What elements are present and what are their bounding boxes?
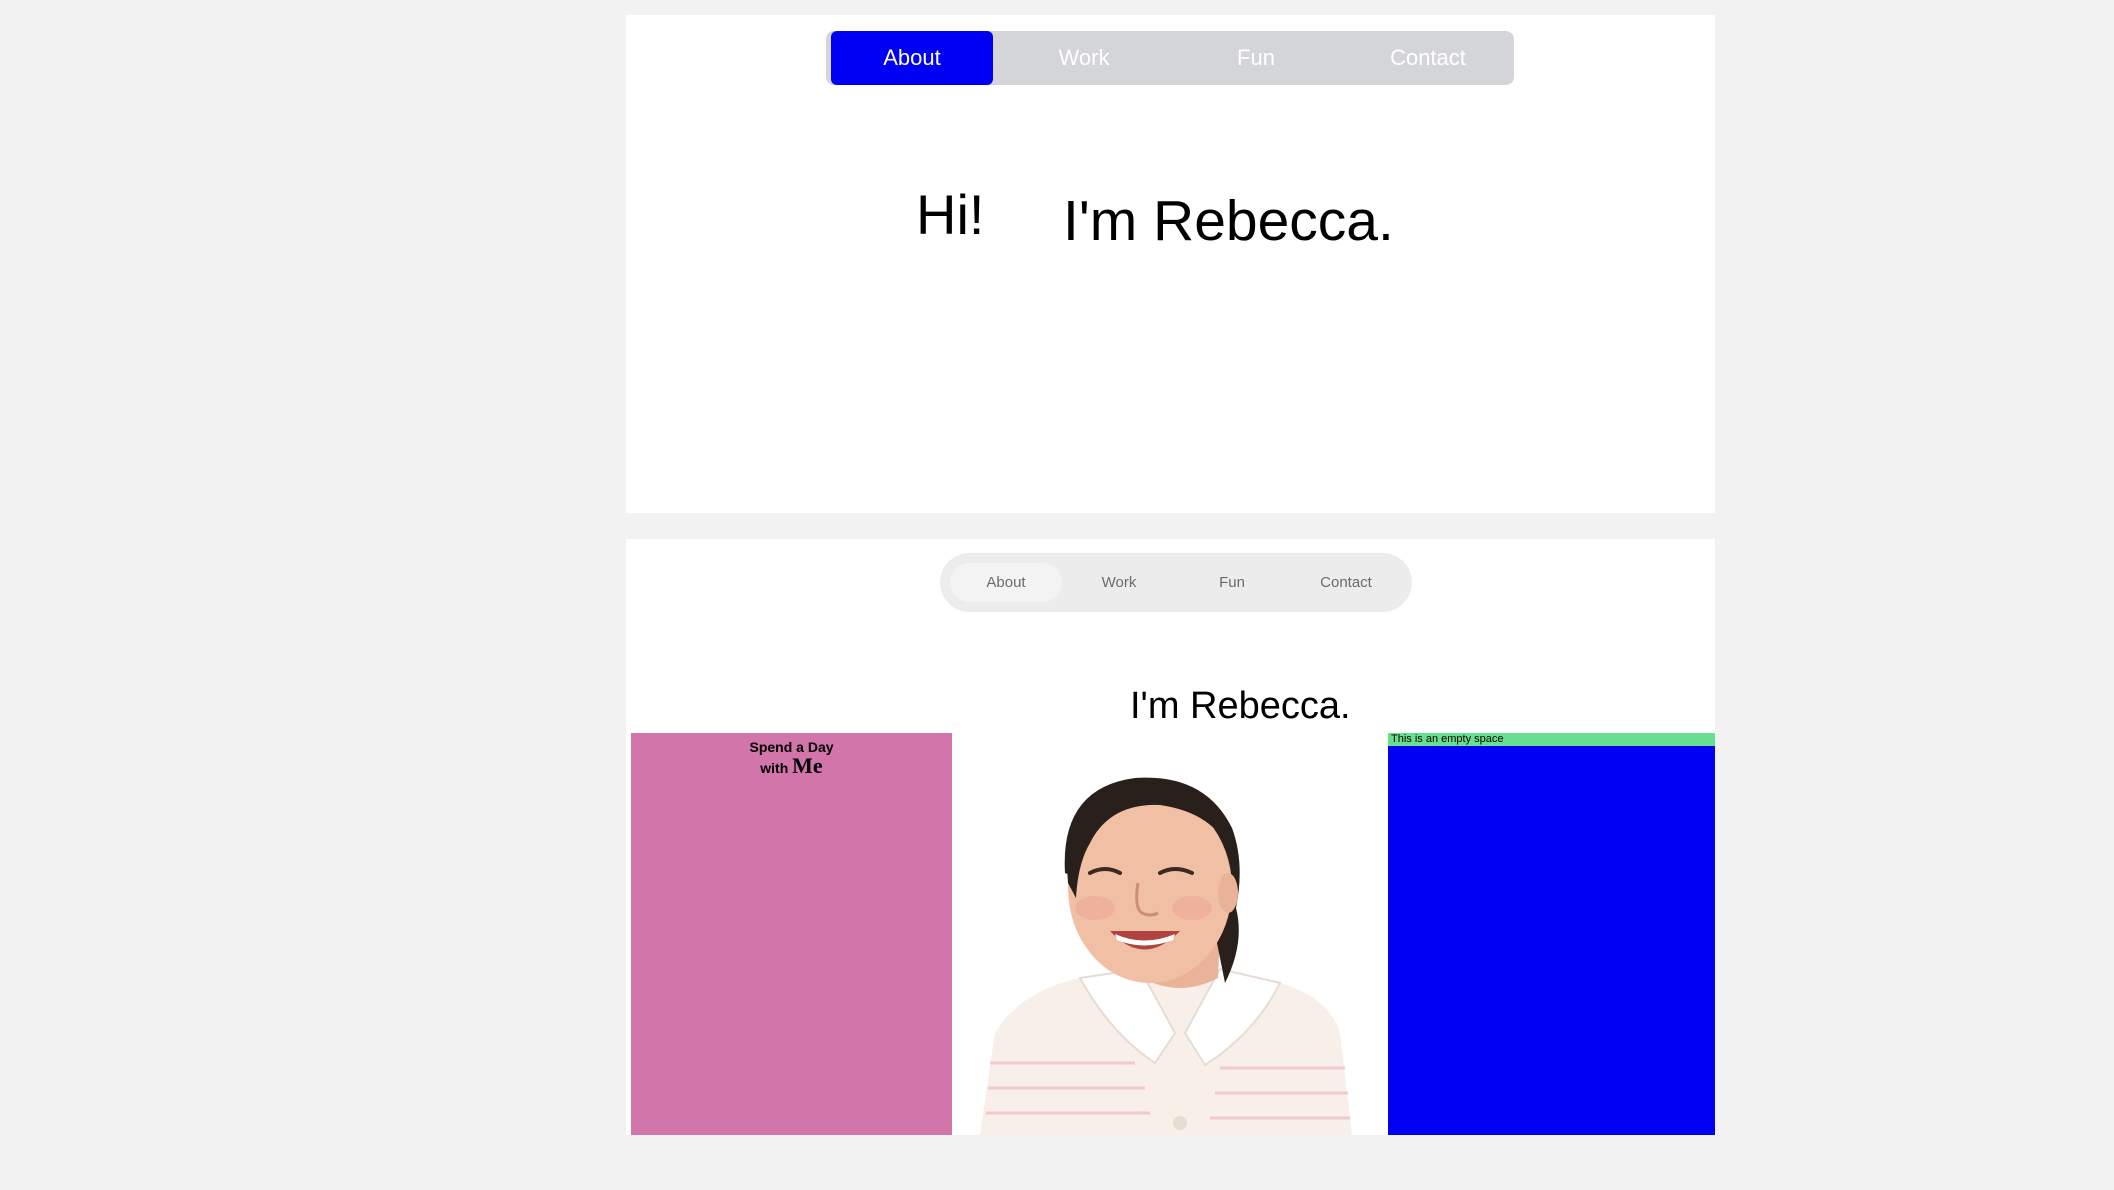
- intro-heading: I'm Rebecca.: [1063, 189, 1394, 253]
- tab-about[interactable]: About: [831, 31, 993, 85]
- top-nav: About Work Fun Contact: [826, 31, 1514, 85]
- portrait-photo: [960, 733, 1392, 1135]
- pill-tab-contact[interactable]: Contact: [1289, 563, 1403, 602]
- card-title-line2: with Me: [631, 753, 952, 779]
- pill-tab-fun[interactable]: Fun: [1176, 563, 1288, 602]
- empty-space-caption: This is an empty space: [1388, 733, 1715, 746]
- intro-subheading: I'm Rebecca.: [1130, 685, 1351, 727]
- tab-contact[interactable]: Contact: [1342, 31, 1514, 85]
- pill-tab-about[interactable]: About: [950, 563, 1062, 602]
- tab-fun[interactable]: Fun: [1170, 31, 1342, 85]
- card-title-with: with: [760, 760, 793, 776]
- tab-work[interactable]: Work: [998, 31, 1170, 85]
- greeting-text: Hi!: [916, 183, 985, 246]
- spend-a-day-card[interactable]: Spend a Day with Me: [631, 733, 952, 1135]
- empty-space-card: This is an empty space: [1388, 733, 1715, 1135]
- hero-panel: About Work Fun Contact Hi! I'm Rebecca.: [626, 15, 1715, 513]
- about-panel: About Work Fun Contact I'm Rebecca. Spen…: [626, 539, 1715, 1135]
- pill-tab-work[interactable]: Work: [1063, 563, 1175, 602]
- pill-nav: About Work Fun Contact: [940, 553, 1412, 612]
- card-title-me: Me: [792, 753, 823, 778]
- portrait-illustration: [980, 777, 1352, 1135]
